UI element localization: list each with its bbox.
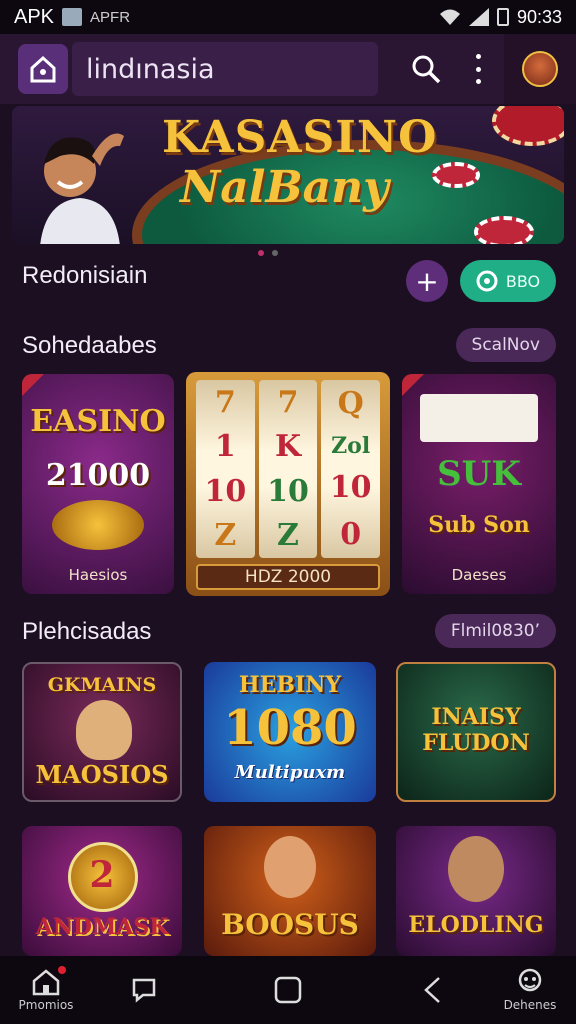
home-button[interactable] xyxy=(18,44,68,94)
card-footer: Haesios xyxy=(68,566,128,584)
nav-home-button[interactable] xyxy=(268,956,308,1024)
card-title: INAISY xyxy=(431,704,521,730)
card-title: EASINO xyxy=(30,404,166,439)
banner-subtitle: NalBany xyxy=(180,162,389,213)
section-header: Plehcisadas Flmil0830’ xyxy=(0,614,576,654)
slot-reel: Q Zol 10 0 xyxy=(321,380,381,558)
row-label: Redonisiain xyxy=(22,262,148,289)
card-subtitle: Multipuxm xyxy=(234,762,346,783)
slot-reel: 7 K 10 Z xyxy=(258,380,318,558)
more-menu-icon[interactable] xyxy=(470,54,486,84)
nav-home[interactable]: Pmomios xyxy=(14,956,78,1024)
card-title: GKMAINS xyxy=(47,674,157,696)
chat-icon xyxy=(132,978,156,1003)
card-title: ELODLING xyxy=(408,912,544,938)
header-row: Redonisiain + BBO xyxy=(0,258,576,312)
section-title: Sohedaabes xyxy=(22,332,157,359)
card-subtitle: Sub Son xyxy=(428,512,530,538)
game-card[interactable]: SUK Sub Son Daeses xyxy=(402,374,556,594)
notification-icon xyxy=(62,8,83,26)
nav-profile-label: Dehenes xyxy=(503,998,557,1012)
character-image xyxy=(264,836,316,898)
app-bar: lindınasia xyxy=(0,34,576,104)
game-card[interactable]: BOOSUS xyxy=(204,826,376,956)
game-card[interactable]: 2 ANDMASK xyxy=(22,826,182,956)
card-ribbon xyxy=(402,374,424,396)
nav-messages[interactable] xyxy=(124,956,164,1024)
search-icon[interactable] xyxy=(410,53,442,85)
nav-back-button[interactable] xyxy=(412,956,452,1024)
square-icon xyxy=(274,976,302,1004)
slot-machine-card[interactable]: 7 1 10 Z 7 K 10 Z Q Zol 10 0 HDZ 2000 xyxy=(186,372,390,596)
dealer-illustration xyxy=(40,133,124,244)
card-title: SUK xyxy=(437,454,521,494)
signal-icon xyxy=(468,8,489,26)
bottom-navigation: Pmomios Dehenes xyxy=(0,956,576,1024)
game-card[interactable]: ELODLING xyxy=(396,826,556,956)
card-ribbon xyxy=(22,374,44,396)
character-image xyxy=(448,836,504,902)
playing-cards-image xyxy=(420,394,538,442)
notification-dot xyxy=(58,966,66,974)
nav-profile[interactable]: Dehenes xyxy=(498,956,562,1024)
section-title: Plehcisadas xyxy=(22,618,152,645)
character-image xyxy=(76,700,132,760)
see-all-button[interactable]: Flmil0830’ xyxy=(434,614,556,648)
add-button[interactable]: + xyxy=(406,260,448,302)
see-all-button[interactable]: ScalNov xyxy=(455,328,556,362)
card-value: 1080 xyxy=(223,700,357,756)
card-title: HEBINY xyxy=(238,672,342,698)
card-title: BOOSUS xyxy=(221,908,359,941)
banner-title: KASASINO xyxy=(162,112,438,163)
card-title: ANDMASK xyxy=(35,914,169,940)
coins-image xyxy=(52,500,144,550)
back-icon xyxy=(424,977,440,1003)
game-card[interactable]: HEBINY 1080 Multipuxm xyxy=(204,662,376,802)
slot-reel: 7 1 10 Z xyxy=(196,380,255,558)
card-value: 21000 xyxy=(45,458,151,493)
bonus-button-label: BBO xyxy=(505,271,541,291)
game-card[interactable]: EASINO 21000 Haesios xyxy=(22,374,174,594)
game-card[interactable]: GKMAINS MAOSIOS xyxy=(22,662,182,802)
promo-banner[interactable]: KASASINO NalBany xyxy=(12,106,564,244)
bonus-button[interactable]: BBO xyxy=(460,260,556,302)
status-bar: APK APFR 90:33 xyxy=(0,0,576,34)
wifi-icon xyxy=(439,9,460,25)
status-app-text: APFR xyxy=(90,8,131,26)
card-subtitle: FLUDON xyxy=(422,730,530,756)
status-left-text: APK xyxy=(14,5,55,28)
card-footer: Daeses xyxy=(451,566,507,584)
card-badge: 2 xyxy=(89,854,115,896)
carousel-indicator xyxy=(258,250,278,256)
avatar[interactable] xyxy=(504,34,576,104)
status-time: 90:33 xyxy=(516,6,562,27)
game-card[interactable]: INAISY FLUDON xyxy=(396,662,556,802)
slot-jackpot-label: HDZ 2000 xyxy=(196,564,380,590)
home-icon xyxy=(30,55,56,83)
home-icon xyxy=(32,969,60,996)
app-title: lindınasia xyxy=(72,42,378,96)
nav-home-label: Pmomios xyxy=(18,998,74,1012)
profile-icon xyxy=(518,968,542,992)
section-header: Sohedaabes ScalNov xyxy=(0,328,576,368)
gift-icon xyxy=(476,270,498,292)
chip-image xyxy=(474,216,534,244)
card-subtitle: MAOSIOS xyxy=(35,760,169,789)
battery-icon xyxy=(496,8,509,26)
chip-stack-image xyxy=(492,106,564,146)
